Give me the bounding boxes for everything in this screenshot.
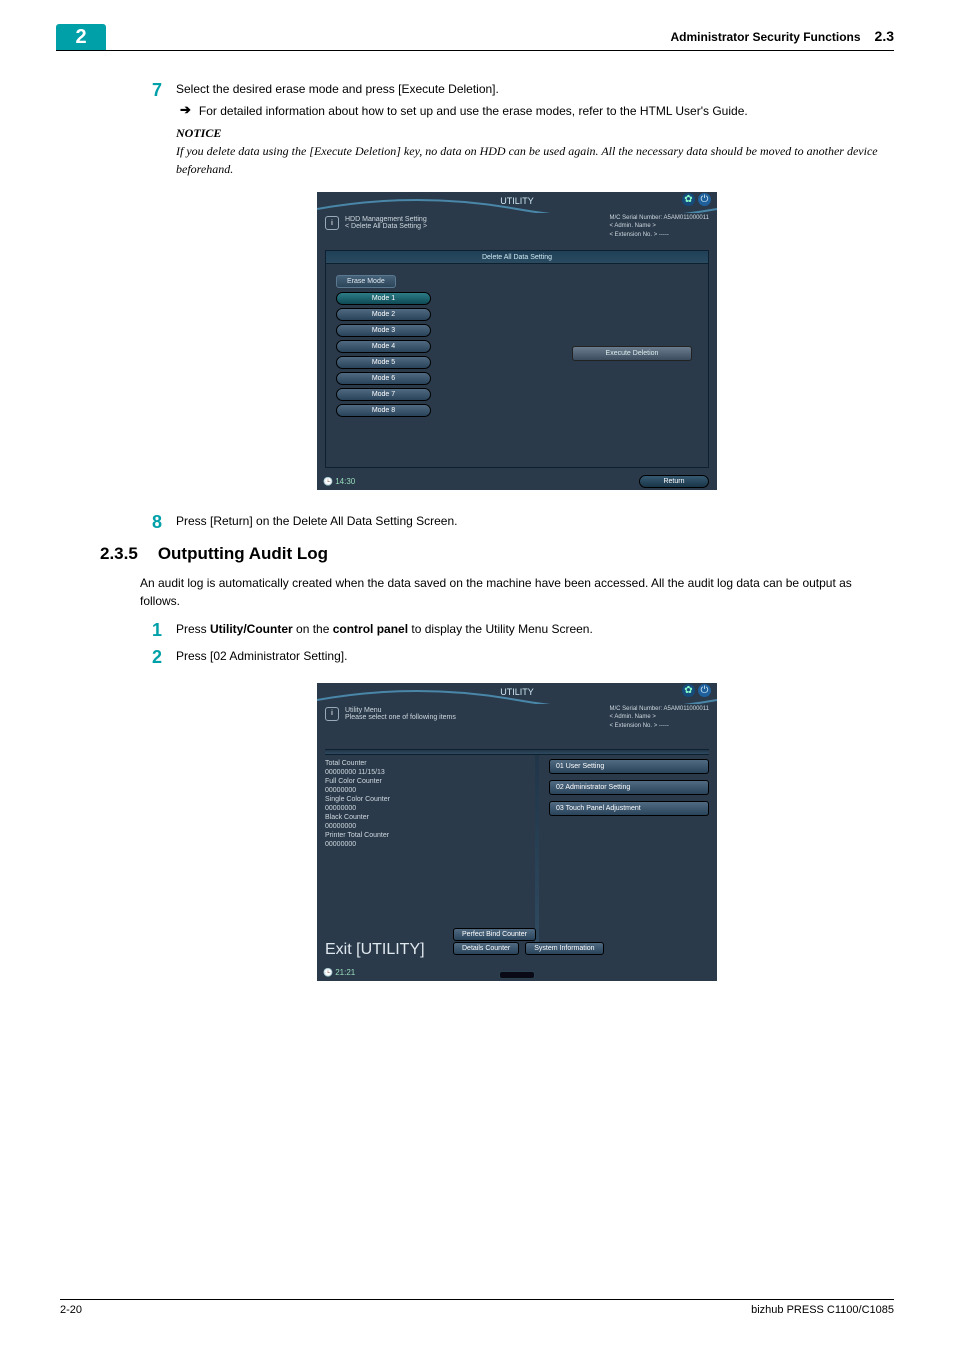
mode-7-button[interactable]: Mode 7 — [336, 388, 431, 401]
breadcrumb: HDD Management Setting < Delete All Data… — [345, 216, 427, 230]
counter-column: Total Counter 00000000 11/15/13 Full Col… — [325, 759, 480, 849]
total-counter-value: 00000000 11/15/13 — [325, 768, 480, 777]
header-right: Administrator Security Functions 2.3 — [671, 28, 895, 44]
section-intro: An audit log is automatically created wh… — [140, 574, 894, 610]
step-8: 8 Press [Return] on the Delete All Data … — [140, 512, 894, 534]
eco-icon[interactable]: ✿ — [682, 193, 695, 206]
mode-4-button[interactable]: Mode 4 — [336, 340, 431, 353]
full-color-label: Full Color Counter — [325, 777, 480, 786]
step-1: 1 Press Utility/Counter on the control p… — [140, 620, 894, 642]
mode-1-button[interactable]: Mode 1 — [336, 292, 431, 305]
serial-number-2: M/C Serial Number: A5AM011000011 — [610, 705, 710, 713]
step-8-text: Press [Return] on the Delete All Data Se… — [176, 512, 894, 534]
eco-icon-2[interactable]: ✿ — [682, 684, 695, 697]
step-7-text: Select the desired erase mode and press … — [176, 80, 894, 98]
header-section-number: 2.3 — [875, 28, 894, 44]
exit-utility-button[interactable]: Exit [UTILITY] — [325, 941, 425, 959]
printer-total-label: Printer Total Counter — [325, 831, 480, 840]
mode-6-button[interactable]: Mode 6 — [336, 372, 431, 385]
return-button[interactable]: Return — [639, 475, 709, 488]
dock-tab-icon — [499, 971, 535, 979]
step-2-number: 2 — [140, 647, 162, 669]
header-rule — [56, 50, 894, 51]
header-title: Administrator Security Functions — [671, 30, 861, 44]
step1-pre: Press — [176, 622, 210, 636]
mode-5-button[interactable]: Mode 5 — [336, 356, 431, 369]
details-counter-button[interactable]: Details Counter — [453, 942, 519, 955]
step-7: 7 Select the desired erase mode and pres… — [140, 80, 894, 178]
chapter-tab: 2 — [56, 24, 106, 50]
power-icon-2[interactable]: ⏻ — [698, 684, 711, 697]
power-icon[interactable]: ⏻ — [698, 193, 711, 206]
step1-post: to display the Utility Menu Screen. — [408, 622, 593, 636]
time-2: 21:21 — [335, 968, 355, 977]
extension-no-2: < Extension No. > ----- — [610, 722, 710, 730]
info-icon: i — [325, 216, 339, 230]
admin-name: < Admin. Name > — [610, 222, 710, 230]
arrow-icon: ➔ — [180, 102, 191, 120]
printer-total-value: 00000000 — [325, 840, 480, 849]
step-2-text: Press [02 Administrator Setting]. — [176, 647, 894, 669]
perfect-bind-counter-button[interactable]: Perfect Bind Counter — [453, 928, 536, 941]
utility-title-2: UTILITY — [317, 687, 717, 697]
administrator-setting-button[interactable]: 02 Administrator Setting — [549, 780, 709, 795]
step1-bold1: Utility/Counter — [210, 622, 293, 636]
single-color-value: 00000000 — [325, 804, 480, 813]
page-footer: 2-20 bizhub PRESS C1100/C1085 — [60, 1299, 894, 1316]
full-color-value: 00000000 — [325, 786, 480, 795]
mode-8-button[interactable]: Mode 8 — [336, 404, 431, 417]
clock-icon: 🕒 — [323, 477, 333, 486]
section-heading: 2.3.5 Outputting Audit Log — [100, 544, 894, 564]
mode-2-button[interactable]: Mode 2 — [336, 308, 431, 321]
admin-name-2: < Admin. Name > — [610, 713, 710, 721]
section-number: 2.3.5 — [100, 544, 138, 564]
divider — [325, 749, 709, 755]
time: 14:30 — [335, 477, 355, 486]
extension-no: < Extension No. > ----- — [610, 231, 710, 239]
clock-icon-2: 🕒 — [323, 968, 333, 977]
black-counter-value: 00000000 — [325, 822, 480, 831]
step-7-number: 7 — [140, 80, 162, 178]
section-title: Outputting Audit Log — [158, 544, 328, 564]
step1-bold2: control panel — [333, 622, 408, 636]
single-color-label: Single Color Counter — [325, 795, 480, 804]
screenshot-utility-menu: UTILITY ✿ ⏻ i Utility Menu Please select… — [317, 683, 717, 981]
step-7-bullet: For detailed information about how to se… — [199, 102, 894, 120]
system-information-button[interactable]: System Information — [525, 942, 603, 955]
mode-3-button[interactable]: Mode 3 — [336, 324, 431, 337]
step1-mid: on the — [293, 622, 333, 636]
total-counter-label: Total Counter — [325, 759, 480, 768]
chapter-number: 2 — [75, 26, 86, 49]
page-number: 2-20 — [60, 1304, 82, 1316]
touch-panel-adjustment-button[interactable]: 03 Touch Panel Adjustment — [549, 801, 709, 816]
utility-title: UTILITY — [317, 196, 717, 206]
notice-body: If you delete data using the [Execute De… — [176, 142, 894, 178]
step-1-number: 1 — [140, 620, 162, 642]
notice-heading: NOTICE — [176, 124, 894, 142]
serial-number: M/C Serial Number: A5AM011000011 — [610, 214, 710, 222]
execute-deletion-button[interactable]: Execute Deletion — [572, 346, 692, 361]
step-8-number: 8 — [140, 512, 162, 534]
info-icon-2: i — [325, 707, 339, 721]
step-1-text: Press Utility/Counter on the control pan… — [176, 620, 894, 642]
user-setting-button[interactable]: 01 User Setting — [549, 759, 709, 774]
breadcrumb-2: Utility Menu Please select one of follow… — [345, 707, 456, 721]
screenshot-delete-all-data: UTILITY ✿ ⏻ i HDD Management Setting < D… — [317, 192, 717, 490]
product-name: bizhub PRESS C1100/C1085 — [751, 1304, 894, 1316]
step-2: 2 Press [02 Administrator Setting]. — [140, 647, 894, 669]
vertical-divider — [535, 755, 539, 945]
erase-mode-label: Erase Mode — [336, 275, 396, 288]
black-counter-label: Black Counter — [325, 813, 480, 822]
panel-title: Delete All Data Setting — [325, 250, 709, 264]
